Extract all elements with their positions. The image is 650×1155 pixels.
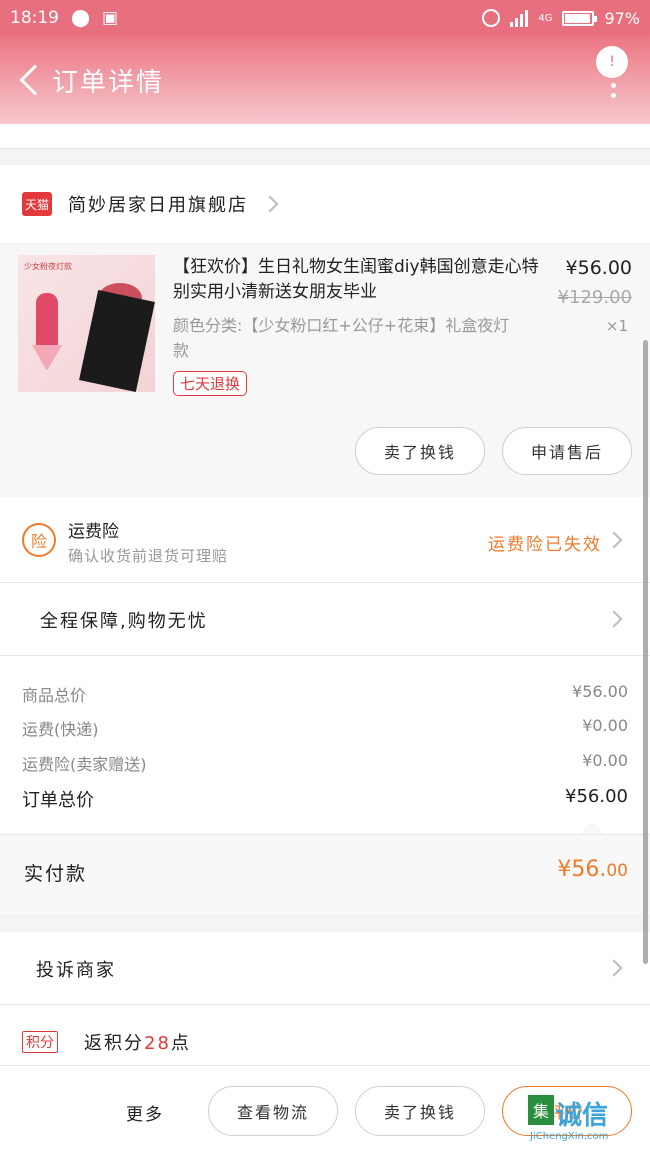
points-prefix: 返积分 — [84, 1033, 144, 1054]
app-header: 订单详情 ! — [0, 36, 650, 124]
lipstick-shape — [36, 293, 58, 349]
image-icon: ▣ — [102, 8, 119, 28]
store-name: 简妙居家日用旗舰店 — [68, 195, 248, 216]
more-menu-button[interactable]: ! — [596, 46, 630, 116]
actual-payment-label: 实付款 — [24, 863, 88, 885]
insurance-status: 运费险已失效 — [488, 535, 602, 555]
order-total-row: 订单总价 ¥56.00 — [22, 786, 628, 812]
product-original-price: ¥129.00 — [557, 287, 632, 308]
points-value: 28 — [144, 1033, 171, 1054]
page-title: 订单详情 — [52, 67, 165, 98]
store-row[interactable]: 天猫 简妙居家日用旗舰店 — [0, 165, 650, 243]
notification-badge: ! — [596, 46, 628, 78]
complain-label: 投诉商家 — [36, 960, 116, 981]
sell-button-bottom[interactable]: 卖了换钱 — [355, 1086, 485, 1136]
signal-icon — [510, 9, 529, 27]
summary-row: 商品总价 ¥56.00 — [22, 682, 628, 706]
top-strip — [0, 124, 650, 149]
insurance-title: 运费险 — [68, 522, 119, 542]
product-item: 少女粉夜灯款 【狂欢价】生日礼物女生闺蜜diy韩国创意走心特别实用小清新送女朋友… — [0, 243, 650, 497]
back-button[interactable] — [8, 50, 52, 110]
chevron-right-icon — [605, 531, 623, 549]
product-image[interactable]: 少女粉夜灯款 — [18, 255, 155, 392]
sell-button[interactable]: 卖了换钱 — [355, 427, 485, 475]
amount-integer: ¥56. — [557, 857, 607, 882]
chevron-right-icon — [261, 195, 279, 213]
return-policy-badge: 七天退换 — [173, 371, 248, 396]
product-price: ¥56.00 — [565, 257, 632, 279]
product-quantity: ×1 — [605, 317, 628, 335]
watermark-box: 集 — [528, 1095, 554, 1125]
alarm-icon — [482, 9, 501, 27]
shipping-insurance-row[interactable]: 险 运费险 确认收货前退货可理赔 运费险已失效 — [0, 497, 650, 583]
summary-row: 运费险(卖家赠送) ¥0.00 — [22, 751, 628, 775]
summary-label: 商品总价 — [22, 686, 87, 705]
actual-payment-row: 实付款 ¥56.00 — [0, 834, 650, 914]
summary-value: ¥0.00 — [582, 751, 628, 770]
product-image-tag: 少女粉夜灯款 — [24, 262, 72, 271]
view-logistics-button[interactable]: 查看物流 — [208, 1086, 338, 1136]
watermark-text: 诚信 — [556, 1101, 609, 1131]
summary-label: 运费险(卖家赠送) — [22, 755, 147, 774]
status-time: 18:19 — [10, 8, 59, 28]
order-total-value: ¥56.00 — [565, 786, 628, 807]
battery-percent: 97% — [604, 8, 640, 28]
points-suffix: 点 — [170, 1033, 191, 1054]
price-summary: 商品总价 ¥56.00 运费(快递) ¥0.00 运费险(卖家赠送) ¥0.00… — [0, 656, 650, 834]
more-button[interactable]: 更多 — [126, 1100, 164, 1125]
fire-icon: ⬤ — [71, 8, 91, 28]
pointer-triangle — [580, 822, 604, 834]
summary-value: ¥56.00 — [572, 682, 628, 701]
complain-seller-row[interactable]: 投诉商家 — [0, 932, 650, 1005]
insurance-subtitle: 确认收货前退货可理赔 — [68, 547, 229, 565]
actual-payment-amount: ¥56.00 — [557, 857, 628, 882]
guarantee-label: 全程保障,购物无忧 — [40, 611, 208, 632]
product-title[interactable]: 【狂欢价】生日礼物女生闺蜜diy韩国创意走心特别实用小清新送女朋友毕业 — [173, 255, 541, 305]
watermark-url: JiChengXin.com — [530, 1131, 609, 1142]
order-total-label: 订单总价 — [22, 790, 94, 811]
amount-decimal: 00 — [606, 861, 628, 881]
summary-row: 运费(快递) ¥0.00 — [22, 716, 628, 740]
insurance-icon: 险 — [22, 523, 56, 557]
more-dots-icon — [596, 83, 630, 98]
network-type: 4G — [538, 12, 553, 24]
points-text: 返积分28点 — [84, 1029, 191, 1055]
summary-value: ¥0.00 — [582, 716, 628, 735]
tmall-badge: 天猫 — [22, 192, 52, 216]
watermark-logo: 集 诚信 JiChengXin.com — [528, 1095, 646, 1147]
battery-icon — [562, 10, 598, 26]
after-sale-button[interactable]: 申请售后 — [502, 427, 632, 475]
status-bar: 18:19 ⬤ ▣ 4G 97% — [0, 0, 650, 36]
guarantee-row[interactable]: 全程保障,购物无忧 — [0, 583, 650, 656]
scrollbar[interactable] — [643, 340, 648, 964]
points-badge: 积分 — [22, 1031, 58, 1053]
summary-label: 运费(快递) — [22, 720, 99, 739]
back-arrow-icon — [19, 64, 51, 96]
product-spec: 颜色分类:【少女粉口红+公仔+花束】礼盒夜灯款 — [173, 316, 510, 360]
points-row: 积分 返积分28点 — [0, 1005, 650, 1065]
lamp-base-shape — [32, 345, 62, 371]
chevron-right-icon — [605, 959, 623, 977]
gift-box-shape — [79, 289, 155, 392]
chevron-right-icon — [605, 610, 623, 628]
